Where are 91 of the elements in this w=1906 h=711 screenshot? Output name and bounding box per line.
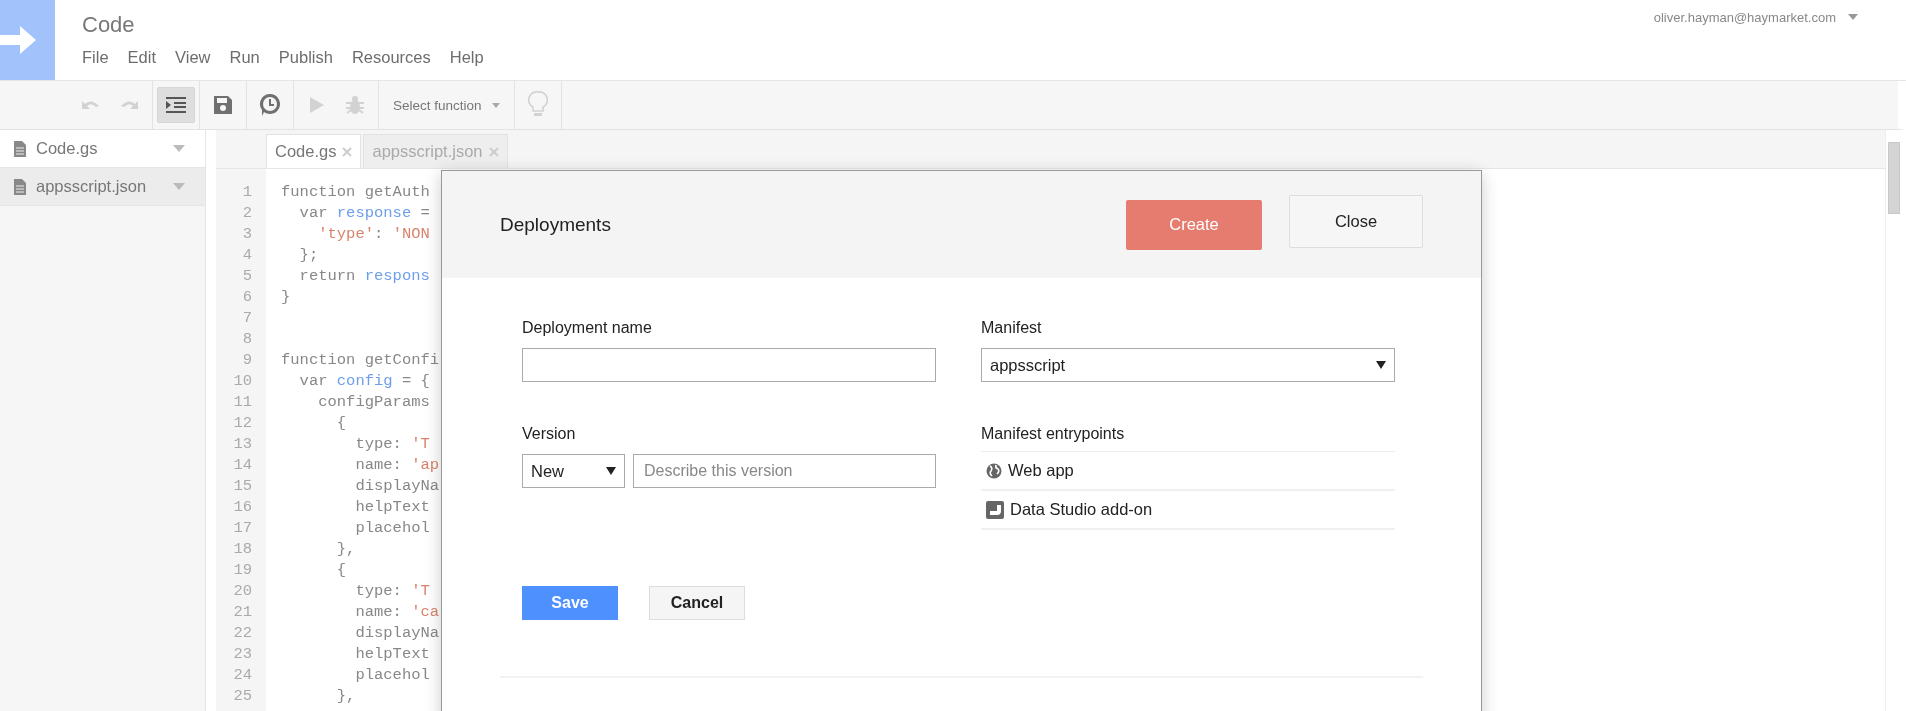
code-line: var config = { xyxy=(298,371,430,390)
menu-item[interactable]: File xyxy=(82,48,109,67)
code-line: name: 'ap xyxy=(354,455,440,474)
code-line: name: 'ca xyxy=(354,602,440,621)
project-title[interactable]: Code xyxy=(82,12,484,38)
line-number: 9 xyxy=(241,350,252,369)
cancel-button[interactable]: Cancel xyxy=(649,586,745,620)
line-number: 10 xyxy=(232,371,252,390)
line-number: 5 xyxy=(241,266,252,285)
code-line: }, xyxy=(335,686,356,705)
entrypoint-item: Data Studio add-on xyxy=(1010,500,1153,519)
caret-icon xyxy=(491,102,500,108)
globe-icon xyxy=(986,462,1002,479)
deployment-name-field[interactable] xyxy=(522,348,936,382)
line-number: 19 xyxy=(232,560,252,579)
code-line: 'type': 'NON xyxy=(317,224,430,243)
line-number: 8 xyxy=(241,329,252,348)
line-number: 6 xyxy=(241,287,252,306)
code-line: function getAuth xyxy=(281,182,430,201)
account-email[interactable]: oliver.hayman@haymarket.com xyxy=(1653,9,1836,25)
file-icon xyxy=(14,178,26,195)
code-line: placehol xyxy=(354,518,430,537)
file-icon xyxy=(14,140,26,157)
code-line: } xyxy=(281,287,291,306)
caret-icon xyxy=(606,467,616,475)
menu-item[interactable]: View xyxy=(175,48,211,67)
version-select[interactable]: New xyxy=(522,454,625,488)
close-button[interactable]: Close xyxy=(1289,195,1423,248)
close-icon[interactable] xyxy=(342,146,353,157)
line-number: 12 xyxy=(232,413,252,432)
sidebar-entry[interactable]: appsscript.json xyxy=(0,168,205,206)
line-number: 7 xyxy=(241,308,252,327)
field-label: Manifest entrypoints xyxy=(981,425,1126,443)
code-line: helpText xyxy=(354,644,430,663)
line-number: 15 xyxy=(232,476,252,495)
line-number: 11 xyxy=(232,392,252,411)
menu-item[interactable]: Resources xyxy=(351,48,431,67)
caret-icon xyxy=(1376,361,1386,369)
code-line: configParams xyxy=(317,392,430,411)
close-icon[interactable] xyxy=(488,146,499,157)
line-number: 4 xyxy=(241,245,252,264)
code-line: function getConfi xyxy=(281,350,440,369)
field-label: Manifest xyxy=(981,319,1043,337)
version-description-field[interactable]: Describe this version xyxy=(633,454,936,488)
code-line: displayNa xyxy=(354,476,440,495)
function-select[interactable]: Select function xyxy=(383,87,510,123)
caret-icon[interactable] xyxy=(173,145,185,152)
line-number: 1 xyxy=(241,182,252,201)
code-line: }, xyxy=(335,539,356,558)
caret-icon[interactable] xyxy=(1848,14,1858,20)
field-label: Deployment name xyxy=(522,319,653,337)
line-number: 17 xyxy=(232,518,252,537)
line-number: 14 xyxy=(232,455,252,474)
create-button[interactable]: Create xyxy=(1126,199,1262,250)
line-number: 23 xyxy=(232,644,252,663)
field-label: Version xyxy=(522,425,577,443)
line-number: 24 xyxy=(232,665,252,684)
code-line: helpText xyxy=(354,497,430,516)
code-line: type: 'T xyxy=(354,581,430,600)
code-line: { xyxy=(335,413,347,432)
menu-item[interactable]: Edit xyxy=(127,48,157,67)
save-button[interactable]: Save xyxy=(522,586,618,620)
line-number: 20 xyxy=(232,581,252,600)
line-number: 22 xyxy=(232,623,252,642)
scrollbar[interactable] xyxy=(1888,142,1900,214)
menu-item[interactable]: Run xyxy=(229,48,260,67)
menu-item[interactable]: Publish xyxy=(278,48,333,67)
code-line: var response = xyxy=(298,203,430,222)
code-line: }; xyxy=(298,245,319,264)
line-number: 21 xyxy=(232,602,252,621)
line-number: 18 xyxy=(232,539,252,558)
caret-icon[interactable] xyxy=(173,183,185,190)
chart-square-icon xyxy=(986,500,1004,519)
line-number: 13 xyxy=(232,434,252,453)
entrypoint-item: Web app xyxy=(1008,461,1074,480)
code-line: return respons xyxy=(298,266,430,285)
line-number: 16 xyxy=(232,497,252,516)
sidebar-entry[interactable]: Code.gs xyxy=(0,130,205,168)
code-line: { xyxy=(335,560,347,579)
code-line: type: 'T xyxy=(354,434,430,453)
code-line: displayNa xyxy=(354,623,440,642)
dialog-title: Deployments xyxy=(500,213,612,236)
line-number: 3 xyxy=(241,224,252,243)
line-number: 2 xyxy=(241,203,252,222)
manifest-select[interactable]: appsscript xyxy=(981,348,1395,382)
menu-item[interactable]: Help xyxy=(449,48,484,67)
app-logo[interactable] xyxy=(0,0,55,80)
editor-tab[interactable]: Code.gs xyxy=(266,134,362,168)
line-number: 25 xyxy=(232,686,252,705)
code-line: placehol xyxy=(354,665,430,684)
indent-icon[interactable] xyxy=(157,87,195,123)
